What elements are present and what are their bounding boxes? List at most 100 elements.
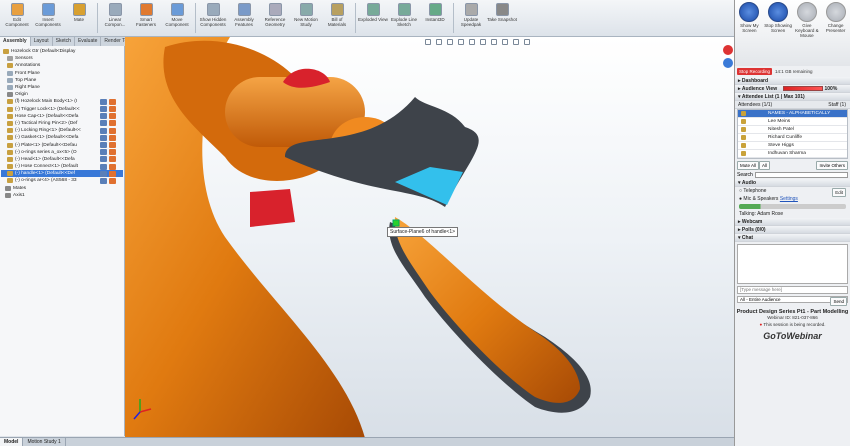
change-presenter-button[interactable]: Change Presenter xyxy=(822,2,850,66)
tab-evaluate[interactable]: Evaluate xyxy=(75,37,102,46)
polls-header[interactable]: ▸ Polls (0/0) xyxy=(735,226,850,234)
appearance-icon[interactable] xyxy=(109,177,116,184)
display-state-icon[interactable] xyxy=(100,127,107,134)
tree-item[interactable]: (-) Tactical Firing Pin<2> (Def xyxy=(1,120,123,127)
names-header[interactable]: NAMES - ALPHABETICALLY xyxy=(738,110,847,118)
ribbon-button-exploded-view[interactable]: Exploded View xyxy=(358,3,388,35)
webcam-header[interactable]: ▸ Webcam xyxy=(735,218,850,226)
staff-tab[interactable]: Staff (1) xyxy=(828,102,850,108)
ribbon-button-smart-fasteners[interactable]: Smart Fasteners xyxy=(131,3,161,35)
attendee-row[interactable]: Nitesh Patel xyxy=(738,126,847,134)
display-state-icon[interactable] xyxy=(100,134,107,141)
unmute-all-button[interactable]: All xyxy=(759,161,771,170)
appearance-icon[interactable] xyxy=(109,127,116,134)
appearance-icon[interactable] xyxy=(109,163,116,170)
tree-item[interactable]: (-) Head<1> (Default<<Defa xyxy=(1,156,123,163)
display-state-icon[interactable] xyxy=(100,106,107,113)
display-state-icon[interactable] xyxy=(100,113,107,120)
ribbon-button-explode-line-sketch[interactable]: Explode Line Sketch xyxy=(389,3,419,35)
display-state-icon[interactable] xyxy=(100,120,107,127)
attendee-row[interactable]: Indhuvan Sharma xyxy=(738,150,847,158)
motion-study-tab[interactable]: Motion Study 1 xyxy=(23,438,66,446)
edit-audio-button[interactable]: Edit xyxy=(832,188,846,197)
tree-item[interactable]: (-) handle<1> (Default<<Def xyxy=(1,170,123,178)
ribbon-button-edit-component[interactable]: Edit Component xyxy=(2,3,32,35)
tab-sketch[interactable]: Sketch xyxy=(53,37,75,46)
tree-item[interactable]: Hose Cap<1> (Default<<Defa xyxy=(1,113,123,120)
attendee-list-header[interactable]: ▾ Attendee List (1 | Max 101) xyxy=(735,93,850,101)
display-state-icon[interactable] xyxy=(100,177,107,184)
ribbon-button-show-hidden-components[interactable]: Show Hidden Components xyxy=(198,3,228,35)
attendees-tab[interactable]: Attendees (1/1) xyxy=(738,102,828,108)
appearance-icon[interactable] xyxy=(109,106,116,113)
model-tab[interactable]: Model xyxy=(0,438,24,446)
audience-select[interactable]: All - Entire Audience Send xyxy=(737,296,848,306)
tree-item[interactable]: (-) o-rings series a_ox<5> (O xyxy=(1,149,123,156)
tree-item[interactable]: Right Plane xyxy=(1,84,123,91)
attendee-row[interactable]: Lee Meins xyxy=(738,118,847,126)
show-my-screen-button[interactable]: Show My Screen xyxy=(735,2,763,66)
ribbon-button-reference-geometry[interactable]: Reference Geometry xyxy=(260,3,290,35)
tree-item[interactable]: Annotations xyxy=(1,62,123,69)
mute-all-button[interactable]: Mute All xyxy=(737,161,760,170)
tree-item[interactable]: (-) Locking Ring<1> (Default<< xyxy=(1,127,123,134)
ribbon-button-update-speedpak[interactable]: Update Speedpak xyxy=(456,3,486,35)
send-button[interactable]: Send xyxy=(830,297,847,306)
appearance-icon[interactable] xyxy=(109,134,116,141)
chat-input[interactable]: [Type message here] xyxy=(737,286,848,294)
hozelock-model[interactable] xyxy=(125,37,734,438)
invite-others-button[interactable]: Invite Others xyxy=(816,161,848,170)
display-state-icon[interactable] xyxy=(100,170,107,177)
chat-header[interactable]: ▾ Chat xyxy=(735,234,850,242)
attendee-row[interactable]: Steve Higgs xyxy=(738,142,847,150)
tree-item[interactable]: Sensors xyxy=(1,55,123,62)
audio-settings-link[interactable]: Settings xyxy=(780,196,798,202)
model-viewport[interactable]: Surface-Plane6 of handle<1> xyxy=(125,37,734,438)
ribbon-button-linear-compon[interactable]: Linear Compon... xyxy=(100,3,130,35)
ribbon-button-instant3d[interactable]: Instant3D xyxy=(420,3,450,35)
appearance-icon[interactable] xyxy=(109,113,116,120)
stop-recording-button[interactable]: Stop Recording xyxy=(737,68,773,75)
audio-header[interactable]: ▾ Audio xyxy=(735,179,850,187)
handle-grip[interactable] xyxy=(394,217,580,403)
appearance-icon[interactable] xyxy=(109,156,116,163)
appearance-icon[interactable] xyxy=(109,98,116,105)
tree-item[interactable]: Axis1 xyxy=(1,192,123,199)
telephone-option[interactable]: ○ Telephone Edit xyxy=(735,187,850,197)
ribbon-button-mate[interactable]: Mate xyxy=(64,3,94,35)
tree-item[interactable]: Front Plane xyxy=(1,70,123,77)
audience-view-header[interactable]: ▸ Audience View 100% xyxy=(735,85,850,93)
ribbon-button-new-motion-study[interactable]: New Motion Study xyxy=(291,3,321,35)
appearance-icon[interactable] xyxy=(109,120,116,127)
tree-item[interactable]: Origin xyxy=(1,91,123,98)
display-state-icon[interactable] xyxy=(100,156,107,163)
tree-item[interactable]: (-) Hose Connect<1> (Default xyxy=(1,163,123,170)
tree-item[interactable]: (f) Hozelock Main Body<1> (I xyxy=(1,98,123,105)
ribbon-button-insert-components[interactable]: Insert Components xyxy=(33,3,63,35)
tree-item[interactable]: Hozelock Gtr (Default<Display xyxy=(1,48,123,55)
tree-item[interactable]: (-) Gasket<1> (Default<<Defa xyxy=(1,134,123,141)
appearance-icon[interactable] xyxy=(109,149,116,156)
volume-slider[interactable] xyxy=(739,204,846,209)
stop-showing-button[interactable]: Stop Showing Screen xyxy=(764,2,792,66)
ribbon-button-assembly-features[interactable]: Assembly Features xyxy=(229,3,259,35)
selection-handle[interactable] xyxy=(392,219,400,227)
search-input[interactable] xyxy=(754,172,848,178)
tree-item[interactable]: Top Plane xyxy=(1,77,123,84)
ribbon-button-move-component[interactable]: Move Component xyxy=(162,3,192,35)
display-state-icon[interactable] xyxy=(100,142,107,149)
dashboard-header[interactable]: ▸ Dashboard xyxy=(735,77,850,85)
ribbon-button-bill-of-materials[interactable]: Bill of Materials xyxy=(322,3,352,35)
record-icon[interactable] xyxy=(723,45,733,55)
tree-item[interactable]: (-) Plate<1> (Default<<Defau xyxy=(1,141,123,149)
appearance-icon[interactable] xyxy=(109,170,116,177)
tab-layout[interactable]: Layout xyxy=(31,37,53,46)
appearance-icon[interactable] xyxy=(109,142,116,149)
tree-item[interactable]: (-) o-rings ar<4> (AS568 - 33 xyxy=(1,177,123,184)
attendee-row[interactable]: Richard Cunliffe xyxy=(738,134,847,142)
ribbon-button-take-snapshot[interactable]: Take Snapshot xyxy=(487,3,517,35)
display-state-icon[interactable] xyxy=(100,163,107,170)
tree-item[interactable]: (-) Trigger Lock<1> (Default<< xyxy=(1,106,123,113)
display-state-icon[interactable] xyxy=(100,98,107,105)
display-state-icon[interactable] xyxy=(100,149,107,156)
